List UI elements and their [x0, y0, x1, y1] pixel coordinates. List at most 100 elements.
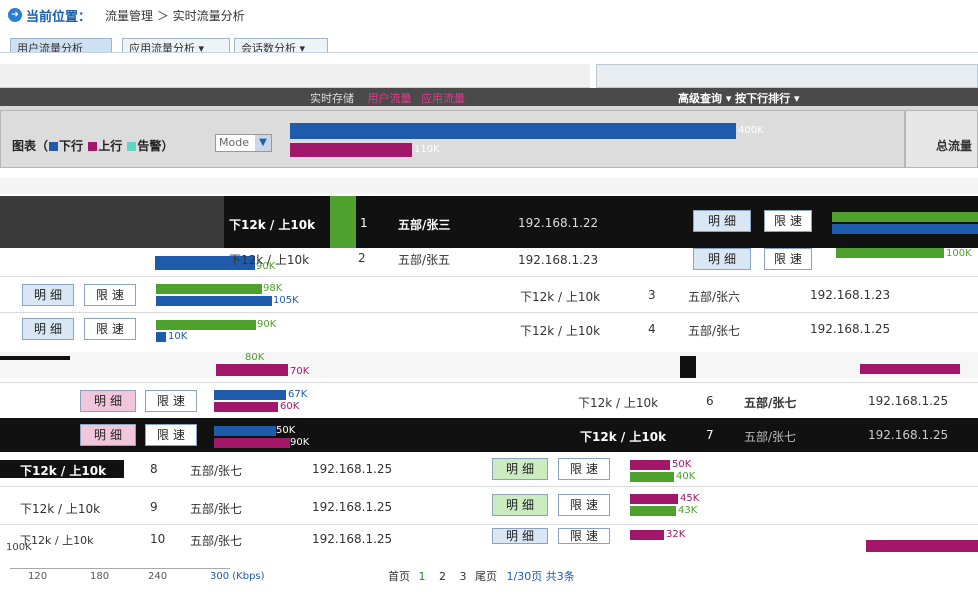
row-divider [0, 524, 978, 525]
row8-detail-button[interactable]: 明细 [492, 458, 548, 480]
row9-rank: 9 [150, 500, 158, 514]
row6-down-label: 67K [288, 389, 308, 400]
row4-limit-button[interactable]: 限速 [84, 318, 136, 340]
row10-down-bar [630, 530, 664, 540]
row4-detail-button[interactable]: 明细 [22, 318, 74, 340]
row3-limit-button[interactable]: 限速 [84, 284, 136, 306]
row-divider [0, 382, 978, 383]
row9-limit-button[interactable]: 限速 [558, 494, 610, 516]
row4-speed: 下12k / 上10k [520, 324, 601, 338]
location-icon: ➜ [8, 8, 22, 22]
row2-speed: 下12k / 上10k [229, 253, 310, 267]
row7-user: 五部/张七 [744, 430, 797, 444]
row8-up-label: 40K [676, 471, 696, 482]
row6-limit-button[interactable]: 限速 [145, 390, 197, 412]
row6-user: 五部/张七 [744, 396, 797, 410]
row10-down-label: 32K [666, 529, 686, 540]
row6-up-label: 60K [280, 401, 300, 412]
mode-value: Mode [219, 136, 249, 149]
row3-user: 五部/张六 [688, 290, 741, 304]
row7-speed: 下12k / 上10k [580, 430, 667, 444]
row7-detail-button[interactable]: 明细 [80, 424, 136, 446]
location-label: 当前位置： [26, 10, 92, 25]
row4-up-label: 10K [168, 331, 188, 342]
row6-rank: 6 [706, 394, 714, 408]
pager-page-3[interactable]: 3 [460, 570, 467, 583]
link-user-traffic[interactable]: 用户流量 [368, 92, 412, 105]
row10-detail-button[interactable]: 明细 [492, 528, 548, 544]
row9-detail-button[interactable]: 明细 [492, 494, 548, 516]
filter-band [596, 64, 978, 88]
row7-rank: 7 [706, 428, 714, 442]
alert-swatch-icon [127, 142, 137, 151]
row10-rank: 10 [150, 532, 166, 546]
row3-detail-button[interactable]: 明细 [22, 284, 74, 306]
row7-limit-button[interactable]: 限速 [145, 424, 197, 446]
row1-speed: 下12k / 上10k [229, 218, 316, 232]
row1-rank: 1 [360, 216, 368, 230]
table-row-2 [0, 248, 978, 272]
row9-up-label: 43K [678, 505, 698, 516]
row1-detail-button[interactable]: 明细 [693, 210, 751, 232]
row1-user: 五部/张三 [398, 218, 451, 232]
row10-limit-button[interactable]: 限速 [558, 528, 610, 544]
pagination: 首页 1 2 3 尾页 1/30页 共3条 [388, 568, 575, 584]
row1-down-bar [832, 212, 978, 222]
legend-suffix: ） [161, 139, 174, 153]
total-down-bar [290, 123, 736, 139]
location-bar: ➜ 当前位置： 流量管理 ＞ 实时流量分析 [0, 0, 978, 32]
row4-rank: 4 [648, 322, 656, 336]
row3-speed: 下12k / 上10k [520, 290, 601, 304]
row6-detail-button[interactable]: 明细 [80, 390, 136, 412]
pager-page-2[interactable]: 2 [439, 570, 446, 583]
row7-down-label: 50K [276, 425, 296, 436]
row-divider [0, 312, 978, 313]
header-links: 实时存储 用户流量 应用流量 [310, 90, 465, 106]
row10-user: 五部/张七 [190, 534, 243, 548]
row9-speed: 下12k / 上10k [20, 502, 101, 516]
row8-limit-button[interactable]: 限速 [558, 458, 610, 480]
pager-first[interactable]: 首页 [388, 570, 410, 583]
row6-ip: 192.168.1.25 [868, 394, 949, 408]
link-realtime[interactable]: 实时存储 [310, 92, 354, 105]
row7-down-bar [214, 426, 276, 436]
row2-up-bar [836, 248, 944, 258]
row1-limit-button[interactable]: 限速 [764, 210, 812, 232]
axis-tick-4: 300 (Kbps) [210, 571, 265, 582]
toolbar-band [0, 64, 590, 88]
row2-ip: 192.168.1.23 [518, 253, 599, 267]
mode-select[interactable]: Mode ▼ [215, 134, 272, 152]
row2-detail-button[interactable]: 明细 [693, 248, 751, 270]
axis-top-label: 100K [6, 542, 32, 553]
table-row-8 [0, 456, 978, 482]
row7-up-label: 90K [290, 437, 310, 448]
row4-ip: 192.168.1.25 [810, 322, 891, 336]
glitch-bar [866, 540, 978, 552]
row8-up-bar [630, 472, 674, 482]
row2-rank: 2 [358, 251, 366, 265]
chart-legend: 图表（ 下行 上行 告警） [12, 137, 173, 154]
header-strip [0, 52, 978, 64]
row3-down-bar [156, 284, 262, 294]
row1-ip: 192.168.1.22 [518, 216, 599, 230]
pager-info: 1/30页 共3条 [506, 570, 575, 583]
pager-last[interactable]: 尾页 [475, 570, 497, 583]
row10-ip: 192.168.1.25 [312, 532, 393, 546]
row7-up-bar [214, 438, 290, 448]
row1-up-bar [832, 224, 978, 234]
up-swatch-icon [88, 142, 98, 151]
table-header [0, 178, 978, 194]
row3-up-bar [156, 296, 272, 306]
breadcrumb: 流量管理 ＞ 实时流量分析 [105, 9, 245, 23]
row2-limit-button[interactable]: 限速 [764, 248, 812, 270]
row-1-shade [0, 196, 224, 248]
sort-controls[interactable]: 高级查询 ▾ 按下行排行 ▾ [678, 90, 800, 106]
pager-page-1[interactable]: 1 [419, 570, 426, 583]
link-app-traffic[interactable]: 应用流量 [421, 92, 465, 105]
row4-up-bar [156, 332, 166, 342]
row9-up-bar [630, 506, 676, 516]
row3-up-label: 105K [273, 295, 299, 306]
total-up-label: 110K [414, 144, 440, 155]
axis-line [10, 568, 230, 569]
row8-ip: 192.168.1.25 [312, 462, 393, 476]
